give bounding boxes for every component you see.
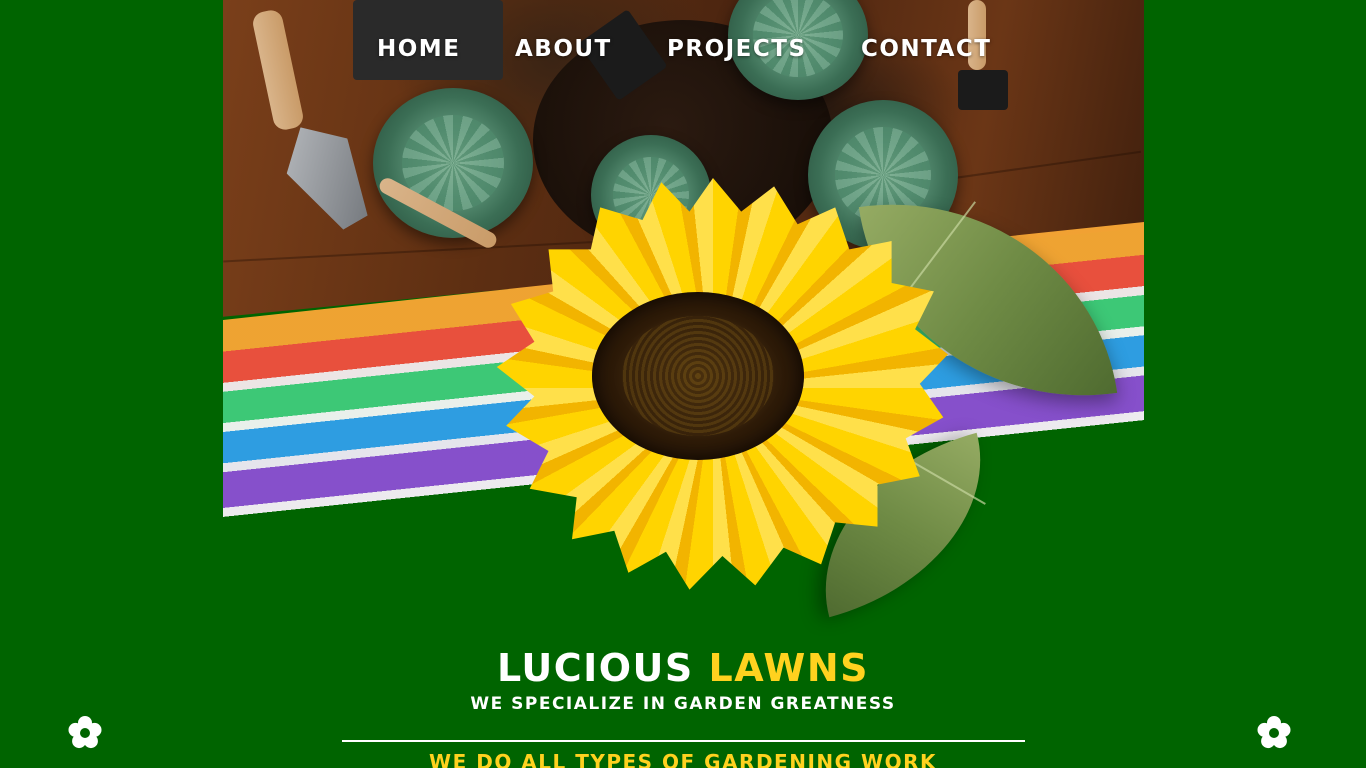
flower-icon[interactable] <box>1256 715 1292 751</box>
nav-projects[interactable]: PROJECTS <box>667 36 807 62</box>
page: HOME ABOUT PROJECTS CONTACT LUCIOUS LAWN… <box>0 0 1366 768</box>
trowel-blade <box>270 110 386 240</box>
site-title: LUCIOUS LAWNS <box>0 647 1366 689</box>
trowel-handle <box>250 8 306 132</box>
hand-rake <box>958 70 1008 110</box>
divider <box>342 740 1025 742</box>
services-heading: WE DO ALL TYPES OF GARDENING WORK <box>429 750 937 768</box>
tagline: WE SPECIALIZE IN GARDEN GREATNESS <box>470 694 896 714</box>
site-title-part1: LUCIOUS <box>496 646 694 690</box>
site-title-part2: LAWNS <box>708 646 870 690</box>
flower-icon-graphic <box>68 716 102 749</box>
flower-icon-graphic <box>1257 716 1291 749</box>
nav-home[interactable]: HOME <box>377 36 460 62</box>
nav-contact[interactable]: CONTACT <box>861 36 991 62</box>
main-nav: HOME ABOUT PROJECTS CONTACT <box>0 36 1366 68</box>
sunflower-center <box>592 292 804 460</box>
flower-icon[interactable] <box>67 715 103 751</box>
nav-about[interactable]: ABOUT <box>515 36 612 62</box>
